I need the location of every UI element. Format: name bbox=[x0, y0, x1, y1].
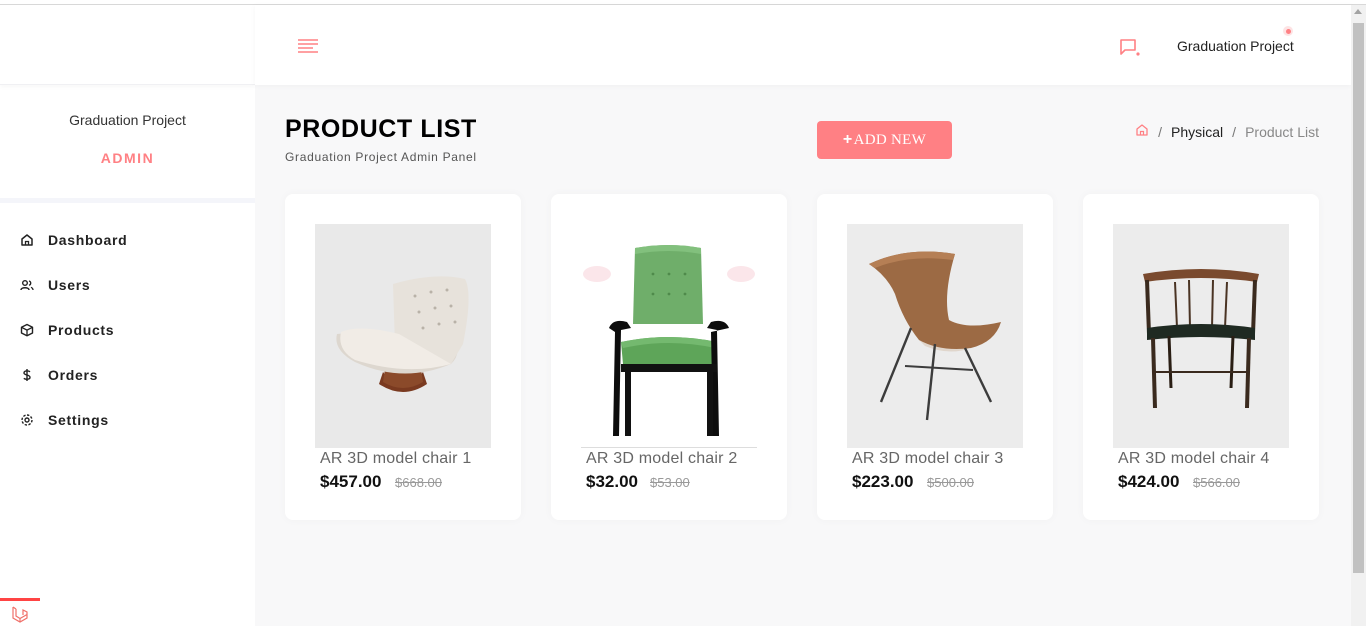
product-image[interactable] bbox=[847, 224, 1023, 448]
hamburger-icon[interactable] bbox=[297, 39, 319, 58]
notification-dot-icon bbox=[1283, 26, 1293, 36]
breadcrumb: / Physical / Product List bbox=[1135, 123, 1319, 140]
sidebar-item-label: Orders bbox=[48, 366, 99, 383]
product-price: $424.00 bbox=[1118, 472, 1180, 491]
product-title[interactable]: AR 3D model chair 1 bbox=[320, 450, 471, 468]
scrollbar-thumb[interactable] bbox=[1353, 23, 1364, 573]
product-image[interactable] bbox=[1113, 224, 1289, 448]
page-title: PRODUCT LIST bbox=[285, 115, 477, 143]
scroll-up-arrow-icon[interactable] bbox=[1354, 9, 1362, 14]
page-subtitle: Graduation Project Admin Panel bbox=[285, 150, 477, 164]
product-old-price: $500.00 bbox=[927, 475, 974, 490]
sidebar-item-label: Products bbox=[48, 321, 115, 338]
breadcrumb-product-list: Product List bbox=[1245, 123, 1319, 140]
box-icon bbox=[20, 323, 34, 337]
sidebar-item-users[interactable]: Users bbox=[0, 262, 255, 307]
sidebar-item-dashboard[interactable]: Dashboard bbox=[0, 217, 255, 262]
sidebar-item-label: Dashboard bbox=[48, 231, 128, 248]
profile-name: Graduation Project bbox=[69, 112, 186, 128]
add-new-button[interactable]: + ADD NEW bbox=[817, 121, 952, 159]
product-card[interactable]: AR 3D model chair 1 $457.00 $668.00 bbox=[285, 194, 521, 520]
product-title[interactable]: AR 3D model chair 2 bbox=[586, 450, 737, 468]
product-image[interactable] bbox=[315, 224, 491, 448]
home-icon bbox=[20, 233, 34, 247]
vertical-scrollbar[interactable] bbox=[1351, 5, 1366, 626]
product-price: $32.00 bbox=[586, 472, 638, 491]
product-title[interactable]: AR 3D model chair 3 bbox=[852, 450, 1003, 468]
users-icon bbox=[20, 278, 34, 292]
sidebar-item-orders[interactable]: Orders bbox=[0, 352, 255, 397]
dollar-icon bbox=[20, 368, 34, 382]
product-old-price: $668.00 bbox=[395, 475, 442, 490]
breadcrumb-physical[interactable]: Physical bbox=[1171, 124, 1223, 140]
sidebar-profile: Graduation Project ADMIN bbox=[0, 85, 255, 203]
product-old-price: $566.00 bbox=[1193, 475, 1240, 490]
profile-role: ADMIN bbox=[100, 150, 155, 166]
sidebar-item-products[interactable]: Products bbox=[0, 307, 255, 352]
sidebar: Graduation Project ADMIN Dashboard Users… bbox=[0, 5, 255, 626]
product-old-price: $53.00 bbox=[650, 475, 690, 490]
product-image[interactable] bbox=[581, 224, 757, 448]
sidebar-item-settings[interactable]: Settings bbox=[0, 397, 255, 442]
message-icon[interactable] bbox=[1119, 38, 1141, 61]
plus-icon: + bbox=[842, 131, 853, 148]
product-title[interactable]: AR 3D model chair 4 bbox=[1118, 450, 1269, 468]
sidebar-item-label: Users bbox=[48, 276, 91, 293]
home-icon[interactable] bbox=[1135, 123, 1149, 140]
product-price: $223.00 bbox=[852, 472, 914, 491]
sidebar-item-label: Settings bbox=[48, 411, 109, 428]
product-price: $457.00 bbox=[320, 472, 382, 491]
laravel-logo-icon[interactable] bbox=[0, 598, 40, 626]
add-new-button-label: ADD NEW bbox=[853, 131, 927, 148]
product-card[interactable]: AR 3D model chair 3 $223.00 $500.00 bbox=[817, 194, 1053, 520]
top-header: Graduation Project bbox=[255, 5, 1351, 85]
product-card[interactable]: AR 3D model chair 2 $32.00 $53.00 bbox=[551, 194, 787, 520]
gear-icon bbox=[20, 413, 34, 427]
sidebar-logo-area bbox=[0, 5, 255, 85]
product-card[interactable]: AR 3D model chair 4 $424.00 $566.00 bbox=[1083, 194, 1319, 520]
breadcrumb-separator: / bbox=[1158, 123, 1163, 140]
breadcrumb-separator: / bbox=[1232, 123, 1237, 140]
sidebar-menu: Dashboard Users Products Orders Settings bbox=[0, 203, 255, 442]
user-name[interactable]: Graduation Project bbox=[1177, 38, 1294, 54]
